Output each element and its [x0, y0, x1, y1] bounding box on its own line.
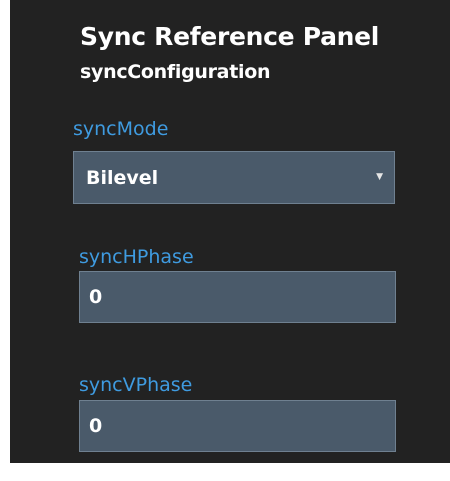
sync-mode-label: syncMode	[73, 118, 169, 140]
sync-v-phase-label: syncVPhase	[79, 374, 193, 396]
sync-h-phase-label: syncHPhase	[79, 246, 194, 268]
sync-v-phase-input[interactable]	[79, 400, 396, 452]
panel-subtitle: syncConfiguration	[80, 61, 271, 83]
sync-mode-select[interactable]: Bilevel ▼	[73, 151, 395, 204]
caret-down-icon: ▼	[376, 172, 383, 182]
sync-h-phase-input[interactable]	[79, 271, 396, 323]
sync-reference-panel: Sync Reference Panel syncConfiguration	[10, 0, 450, 463]
sync-mode-selected-value: Bilevel	[86, 167, 159, 189]
panel-title: Sync Reference Panel	[80, 22, 380, 51]
